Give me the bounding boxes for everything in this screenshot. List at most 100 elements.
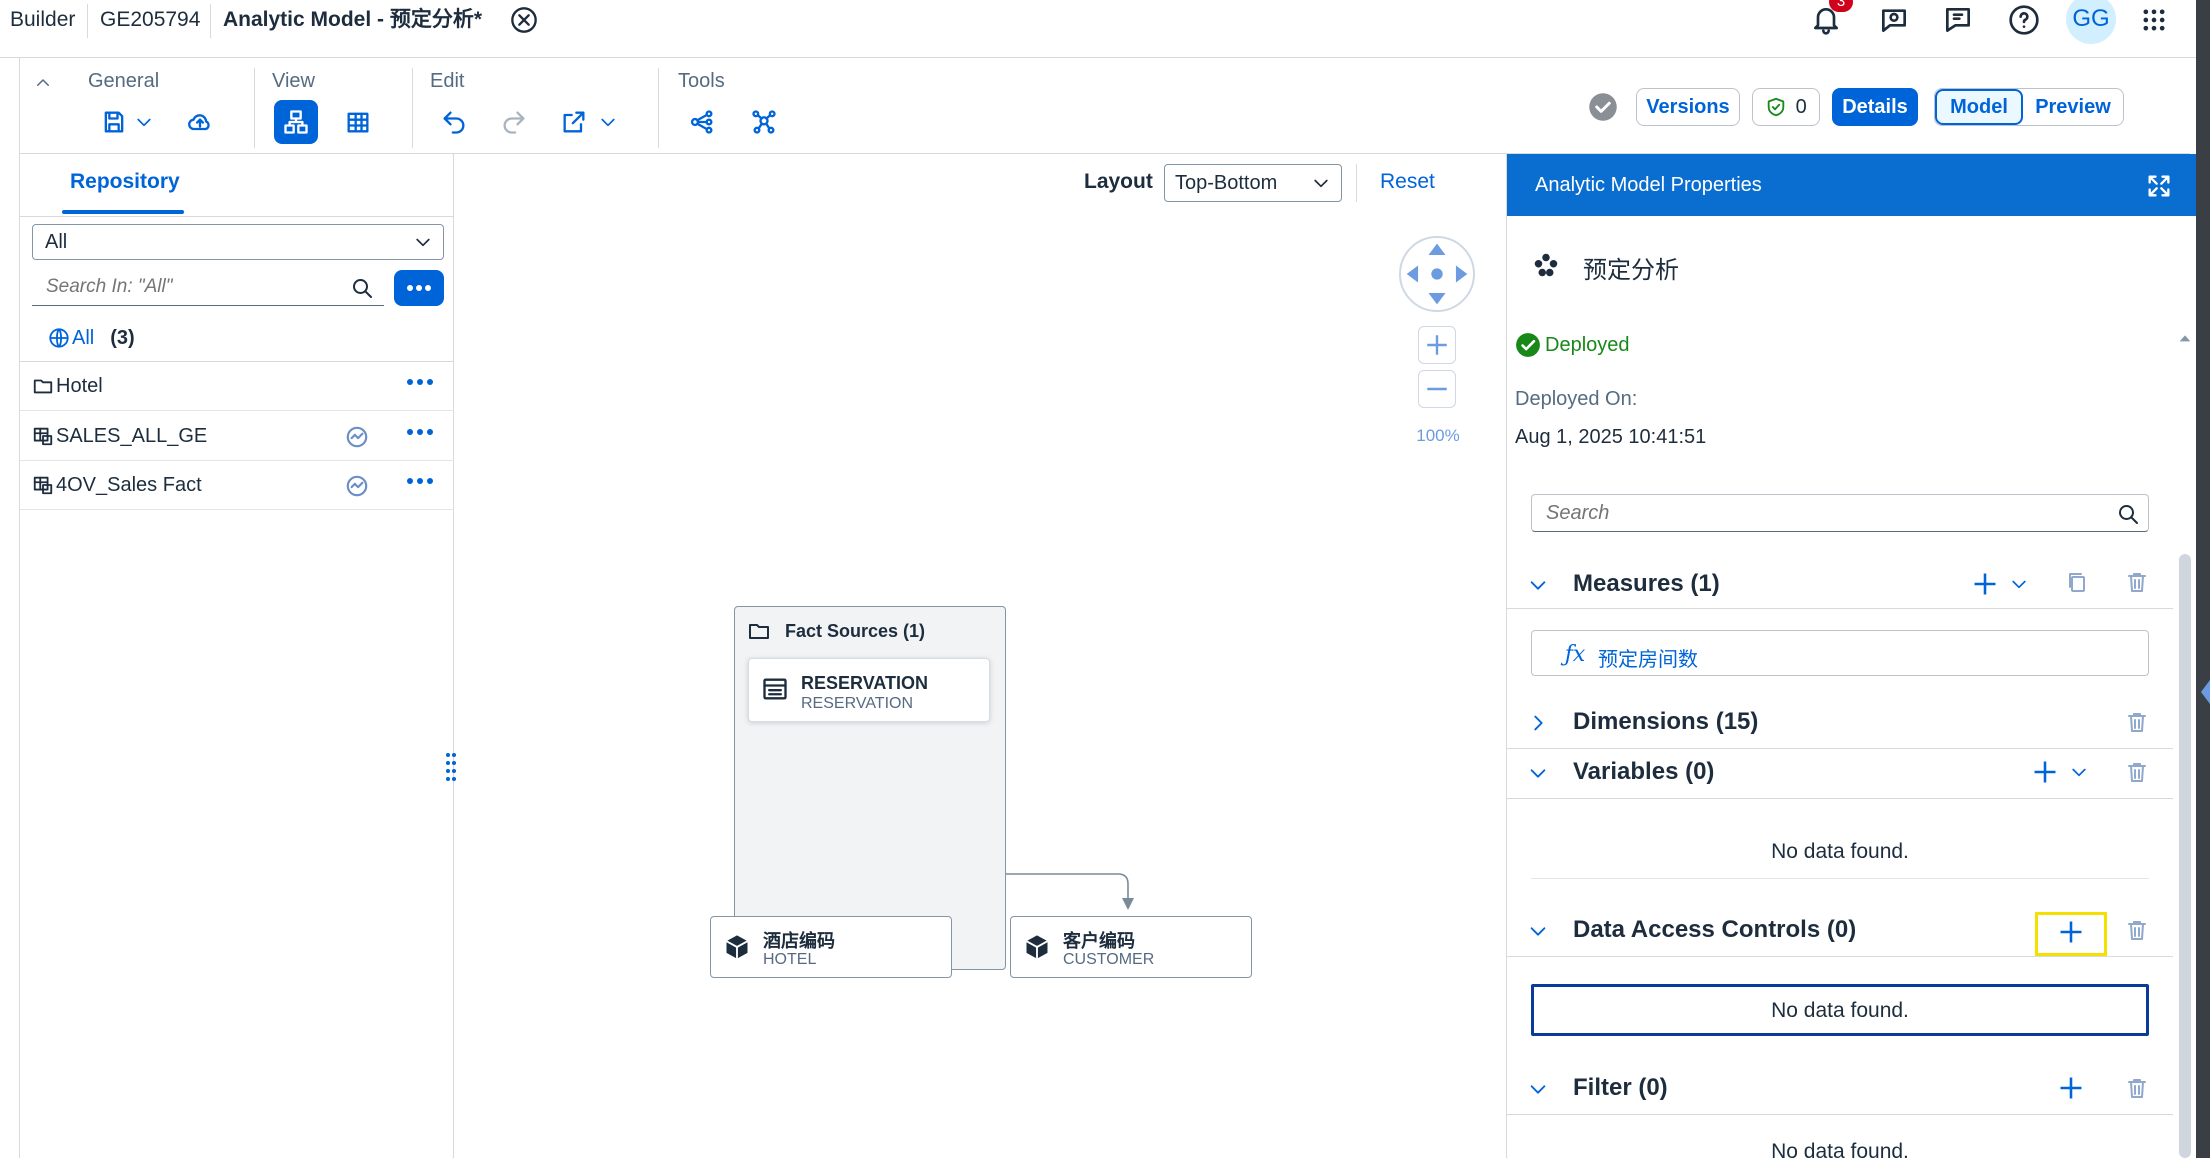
success-check-icon — [1515, 332, 1541, 358]
drag-handle-icon — [446, 753, 456, 781]
filter-title: Filter (0) — [1573, 1074, 1668, 1101]
dimension-node-hotel[interactable]: 酒店编码 HOTEL — [710, 916, 952, 978]
expand-icon[interactable] — [2145, 172, 2173, 200]
more-icon[interactable] — [406, 477, 434, 497]
measure-item[interactable]: ƒx 预定房间数 — [1531, 630, 2149, 676]
chevron-down-icon — [413, 232, 433, 252]
model-preview-segmented: Model Preview — [1934, 88, 2124, 126]
close-tab-icon[interactable] — [510, 6, 538, 34]
shared-object-icon — [344, 473, 370, 499]
formula-icon: ƒx — [1564, 641, 1586, 667]
dac-title: Data Access Controls (0) — [1573, 916, 1857, 943]
repo-item-sales-all-ge[interactable]: SALES_ALL_GE — [20, 412, 454, 461]
dimension-node-title: 酒店编码 — [763, 931, 835, 951]
repository-filter-select[interactable]: All — [32, 224, 444, 260]
deploy-status: Deployed — [1545, 334, 1630, 356]
versions-button[interactable]: Versions — [1636, 88, 1740, 126]
dimensions-title: Dimensions (15) — [1573, 708, 1759, 735]
filter-collapse-icon[interactable] — [1527, 1078, 1549, 1100]
delete-measure-icon[interactable] — [2125, 570, 2149, 596]
delete-variable-icon[interactable] — [2125, 760, 2149, 786]
help-icon[interactable] — [2008, 4, 2040, 36]
variables-collapse-icon[interactable] — [1527, 762, 1549, 784]
dimension-node-customer[interactable]: 客户编码 CUSTOMER — [1010, 916, 1252, 978]
properties-search-input[interactable] — [1532, 495, 2092, 531]
add-filter-icon[interactable] — [2057, 1074, 2085, 1102]
copy-icon[interactable] — [2065, 570, 2089, 596]
dimensions-expand-icon[interactable] — [1527, 712, 1549, 734]
shared-object-icon — [344, 424, 370, 450]
app-grid-icon[interactable] — [2140, 6, 2168, 34]
add-dac-icon[interactable] — [2057, 918, 2085, 946]
diagram-canvas[interactable]: Layout Top-Bottom Reset 100% Fact Source… — [458, 154, 1506, 1158]
repo-item-4ov-sales-fact[interactable]: 4OV_Sales Fact — [20, 461, 454, 510]
add-measure-menu-chevron-icon[interactable] — [2009, 574, 2029, 594]
details-button[interactable]: Details — [1832, 88, 1918, 126]
deploy-button[interactable] — [178, 100, 222, 144]
redo-button[interactable] — [492, 100, 536, 144]
properties-search-field[interactable] — [1531, 494, 2149, 532]
dimension-node-subtitle: HOTEL — [763, 951, 817, 968]
panel-splitter-handle[interactable] — [444, 750, 458, 784]
shell-bar: Builder GE205794 Analytic Model - 预定分析* … — [0, 0, 2210, 58]
repository-search-input[interactable] — [32, 270, 332, 304]
toolbar-group-general: General — [88, 70, 160, 92]
tab-builder[interactable]: Builder — [10, 0, 75, 40]
right-edge-handle[interactable] — [2199, 678, 2210, 706]
dimension-node-subtitle: CUSTOMER — [1063, 951, 1155, 968]
dimension-node-title: 客户编码 — [1063, 931, 1135, 951]
toolbar-group-tools: Tools — [678, 70, 725, 92]
delete-filter-icon[interactable] — [2125, 1076, 2149, 1102]
status-check-icon — [1588, 92, 1618, 122]
tab-ge205794[interactable]: GE205794 — [100, 0, 200, 40]
add-variable-menu-chevron-icon[interactable] — [2069, 762, 2089, 782]
impact-lineage-button[interactable] — [680, 100, 724, 144]
notification-badge: 3 — [1829, 0, 1853, 12]
more-icon[interactable] — [406, 428, 434, 448]
save-button[interactable] — [92, 100, 136, 144]
fact-node-reservation[interactable]: RESERVATION RESERVATION — [748, 658, 990, 722]
delete-dac-icon[interactable] — [2125, 918, 2149, 944]
data-preview-tool-button[interactable] — [742, 100, 786, 144]
save-menu-chevron-icon[interactable] — [134, 112, 154, 132]
model-segment-button[interactable]: Model — [1935, 89, 2023, 125]
repository-more-button[interactable] — [394, 270, 444, 306]
validation-button[interactable]: 0 — [1752, 88, 1820, 126]
search-icon[interactable] — [350, 276, 374, 300]
properties-panel: Analytic Model Properties 预定分析 Deployed … — [1506, 154, 2197, 1158]
repository-tab[interactable]: Repository — [70, 170, 180, 194]
preview-segment-button[interactable]: Preview — [2023, 89, 2123, 125]
dac-collapse-icon[interactable] — [1527, 920, 1549, 942]
search-icon[interactable] — [2116, 502, 2140, 526]
fact-node-subtitle: RESERVATION — [801, 695, 914, 712]
tab-analytic-model[interactable]: Analytic Model - 预定分析* — [223, 0, 482, 40]
repo-item-hotel[interactable]: Hotel — [20, 362, 454, 411]
export-button[interactable] — [552, 100, 596, 144]
scroll-up-icon[interactable] — [2177, 330, 2193, 346]
properties-header: Analytic Model Properties — [1507, 154, 2197, 216]
user-avatar[interactable]: GG — [2066, 0, 2116, 44]
delete-dimension-icon[interactable] — [2125, 710, 2149, 736]
fact-table-icon — [761, 675, 789, 703]
all-items-link[interactable]: All (3) — [48, 324, 135, 352]
collapse-chevron-icon[interactable] — [34, 74, 52, 92]
undo-button[interactable] — [432, 100, 476, 144]
dac-empty-text: No data found. — [1771, 999, 1909, 1022]
measures-collapse-icon[interactable] — [1527, 574, 1549, 596]
repo-item-label: SALES_ALL_GE — [56, 424, 208, 447]
feedback-icon[interactable] — [1878, 4, 1910, 36]
properties-scrollbar[interactable] — [2179, 554, 2191, 1158]
table-view-button[interactable] — [336, 100, 380, 144]
toolbar: General View Edit Tools Versions 0 Detai… — [20, 58, 2190, 154]
add-variable-icon[interactable] — [2031, 758, 2059, 786]
filter-empty-text: No data found. — [1771, 1140, 1909, 1158]
more-icon[interactable] — [406, 378, 434, 398]
repository-search-field[interactable] — [32, 270, 384, 306]
table-icon — [32, 474, 54, 496]
export-menu-chevron-icon[interactable] — [598, 112, 618, 132]
dac-empty-box[interactable]: No data found. — [1531, 984, 2149, 1036]
help-chat-icon[interactable] — [1942, 4, 1974, 36]
add-measure-icon[interactable] — [1971, 570, 1999, 598]
diagram-view-button[interactable] — [274, 100, 318, 144]
model-name: 预定分析 — [1583, 257, 1679, 284]
